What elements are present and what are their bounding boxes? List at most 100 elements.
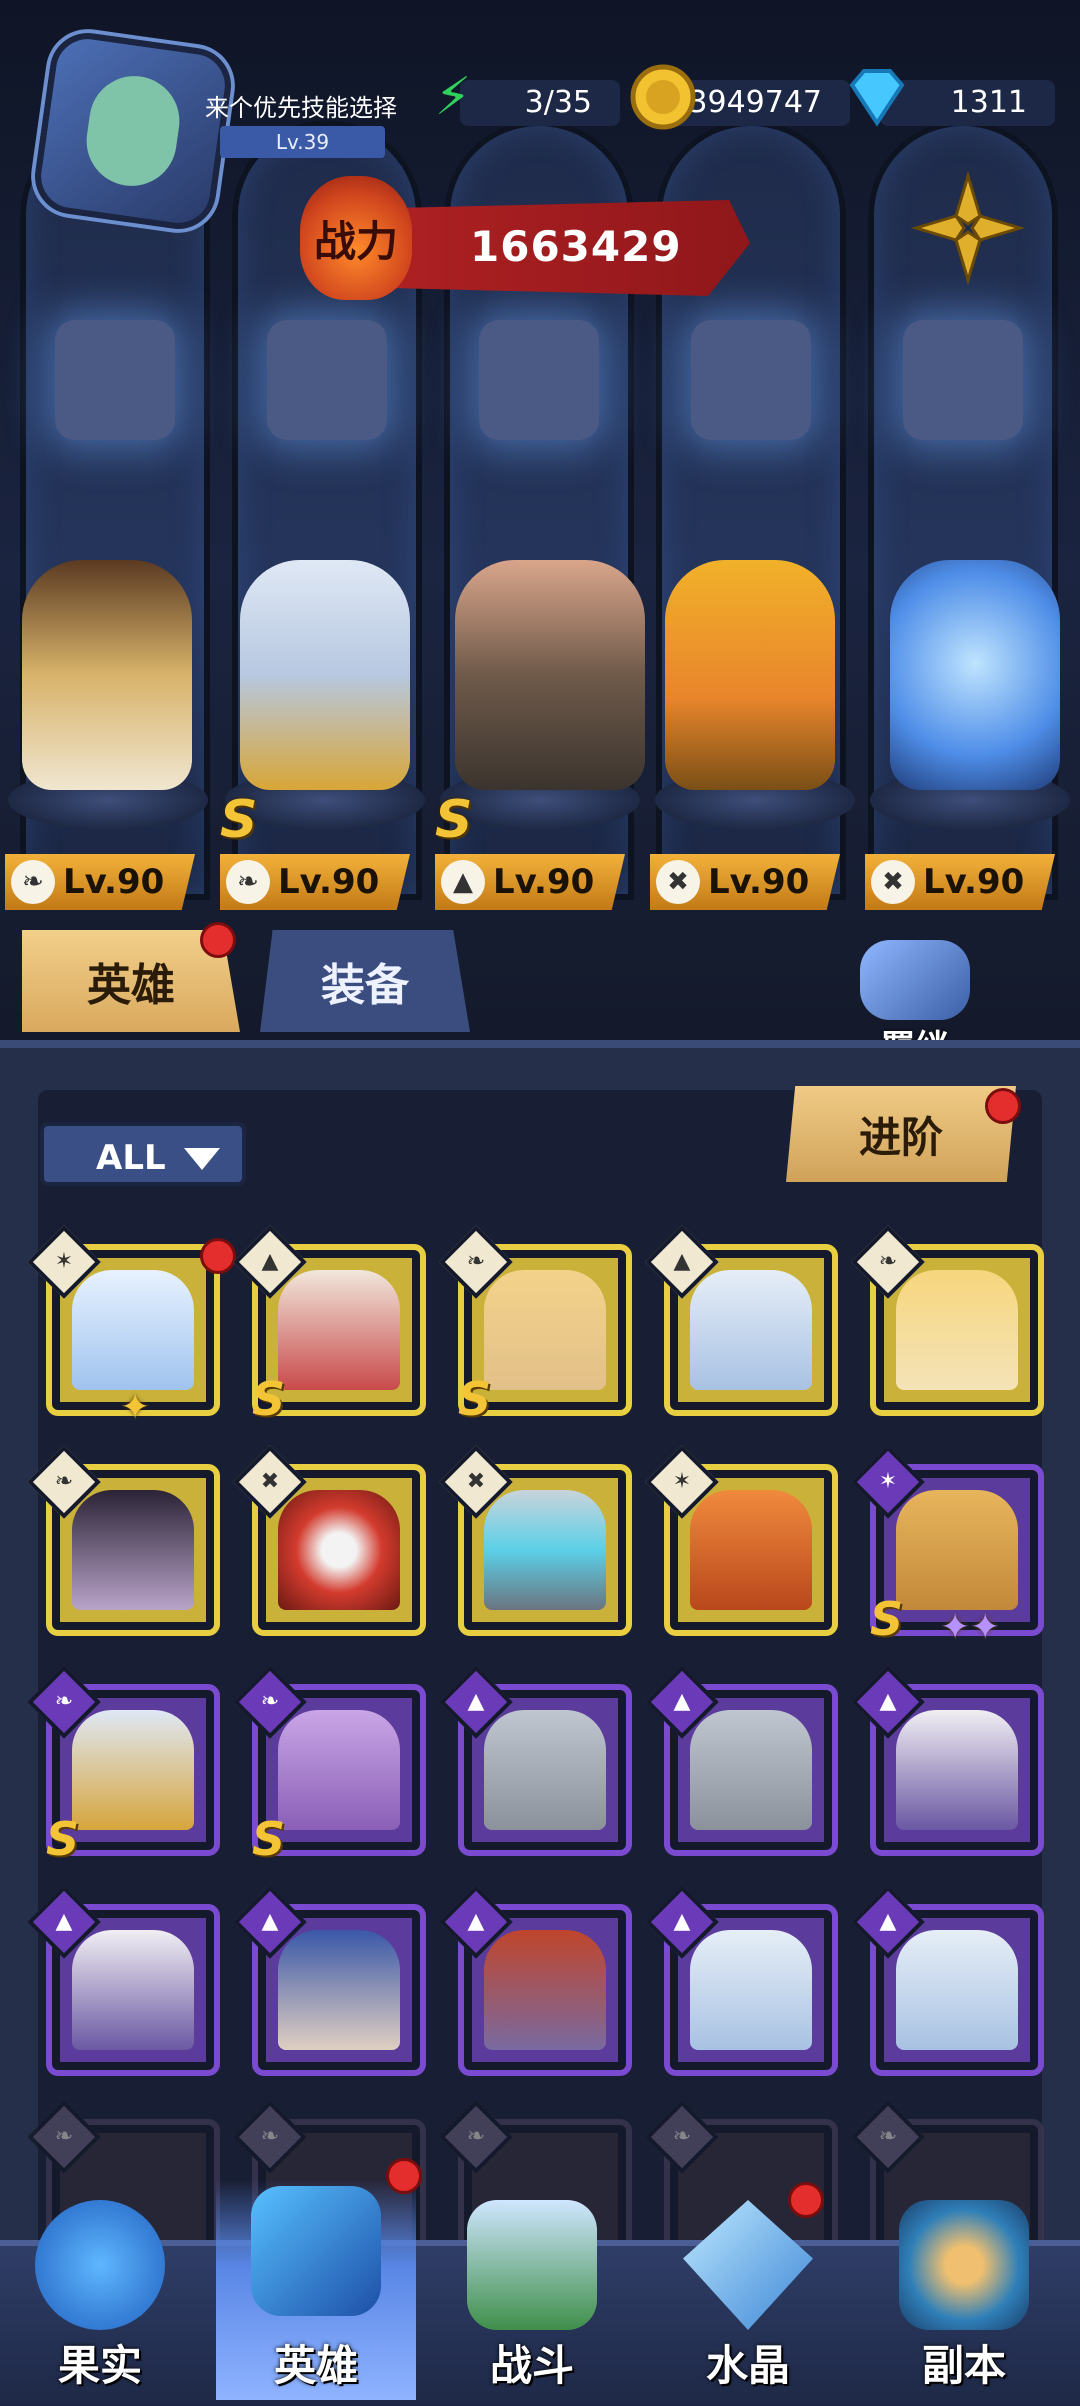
hero-card[interactable]: ▲ [233, 1885, 426, 2076]
wrench-glyph-icon [691, 320, 811, 440]
hero-card[interactable]: ✶ S ✦✦ [851, 1445, 1044, 1648]
team-hero-level: ✖ Lv.90 [865, 854, 1055, 910]
hero-card[interactable]: ❧ [27, 1445, 220, 1636]
bond-icon [860, 940, 970, 1020]
hero-card[interactable]: ✶ ✦ [27, 1225, 236, 1428]
nav-label: 战斗 [489, 2341, 574, 2390]
power-value: 1663429 [470, 222, 682, 271]
player-avatar[interactable] [30, 28, 236, 234]
nav-heroes[interactable]: 英雄 [216, 2180, 416, 2400]
nav-dungeon[interactable]: 副本 [864, 2180, 1064, 2400]
hero-portrait [484, 1710, 606, 1830]
hero-card[interactable]: ✶ [645, 1445, 838, 1636]
gold-coin-icon[interactable] [628, 62, 698, 132]
wrench-icon: ✖ [656, 860, 700, 904]
team-hero-goddess[interactable] [22, 560, 192, 790]
wing-icon: ❧ [11, 860, 55, 904]
hero-portrait [72, 1930, 194, 2050]
team-hero-mech[interactable] [665, 560, 835, 790]
wrench-icon: ✖ [871, 860, 915, 904]
advance-button[interactable]: 进阶 [786, 1086, 1016, 1182]
notification-dot [788, 2182, 824, 2218]
hero-card[interactable]: ❧ S [233, 1665, 426, 1866]
hero-portrait [72, 1270, 194, 1390]
hero-portrait [896, 1930, 1018, 2050]
nav-battle[interactable]: 战斗 [432, 2180, 632, 2400]
team-hero-level: ❧ Lv.90 [220, 854, 410, 910]
nav-label: 英雄 [273, 2341, 358, 2390]
s-rank-badge: S [435, 790, 473, 850]
hero-card[interactable]: ▲ [439, 1885, 632, 2076]
hero-card[interactable]: ▲ S [233, 1225, 426, 1426]
hero-card[interactable]: ▲ [645, 1225, 838, 1416]
class-filter-dropdown[interactable]: ALL [40, 1122, 246, 1186]
notification-dot [200, 1238, 236, 1274]
diamond-value: 1311 [950, 85, 1027, 120]
hero-level-text: Lv.90 [923, 862, 1025, 902]
hero-portrait [690, 1930, 812, 2050]
nav-label: 副本 [921, 2341, 1006, 2390]
power-label-emblem: 战力 [300, 176, 412, 300]
hero-card[interactable]: ▲ [645, 1885, 838, 2076]
hero-card[interactable]: ▲ [851, 1885, 1044, 2076]
avatar-portrait [80, 70, 186, 192]
hero-portrait [484, 1270, 606, 1390]
tab-equipment[interactable]: 装备 [260, 930, 470, 1032]
energy-value: 3/35 [524, 85, 592, 120]
hero-card[interactable]: ❧ S [439, 1225, 632, 1426]
team-hero-warrior[interactable] [455, 560, 645, 790]
s-rank-badge: S [220, 790, 258, 850]
s-rank-badge: S [46, 1812, 80, 1866]
s-rank-badge: S [252, 1812, 286, 1866]
player-name: 来个优先技能选择 [205, 94, 397, 122]
hero-portrait [896, 1490, 1018, 1610]
wing-icon: ❧ [226, 860, 270, 904]
s-rank-badge: S [252, 1372, 286, 1426]
player-level: Lv.39 [220, 126, 385, 158]
notification-dot [200, 922, 236, 958]
hero-card[interactable]: ✖ [439, 1445, 632, 1636]
team-hero-paladin[interactable] [240, 560, 410, 790]
hero-card[interactable]: ▲ [645, 1665, 838, 1856]
team-hero-level: ✖ Lv.90 [650, 854, 840, 910]
wrench-glyph-icon [903, 320, 1023, 440]
hero-portrait [690, 1270, 812, 1390]
hero-level-text: Lv.90 [278, 862, 380, 902]
nav-label: 果实 [57, 2341, 142, 2390]
star-icon: ✦ [120, 1387, 151, 1428]
hero-level-text: Lv.90 [493, 862, 595, 902]
team-hero-orb[interactable] [890, 560, 1060, 790]
hero-card[interactable]: ❧ S [27, 1665, 220, 1866]
hero-level-text: Lv.90 [708, 862, 810, 902]
hero-card[interactable]: ▲ [851, 1665, 1044, 1856]
hero-portrait [484, 1930, 606, 2050]
star-icon: ✦✦ [940, 1607, 1001, 1648]
nav-label: 水晶 [705, 2341, 790, 2390]
energy-icon[interactable]: ⚡ [418, 62, 488, 132]
hero-portrait [278, 1490, 400, 1610]
notification-dot [985, 1088, 1021, 1124]
hero-portrait [278, 1270, 400, 1390]
team-hero-level: ❧ Lv.90 [5, 854, 195, 910]
nav-fruit[interactable]: 果实 [0, 2180, 200, 2400]
diamond-icon[interactable] [842, 62, 912, 132]
fruit-icon [35, 2200, 165, 2330]
gold-value: 3949747 [688, 85, 822, 120]
sword-icon [467, 2200, 597, 2330]
wing-glyph-icon [55, 320, 175, 440]
hero-card[interactable]: ❧ [851, 1225, 1044, 1416]
filter-label: ALL [96, 1138, 166, 1178]
hero-portrait [72, 1710, 194, 1830]
hero-card[interactable]: ✖ [233, 1445, 426, 1636]
team-formation-star-icon[interactable] [908, 168, 1028, 288]
mage-hat-icon: ▲ [441, 860, 485, 904]
hero-card[interactable]: ▲ [27, 1885, 220, 2076]
hero-level-text: Lv.90 [63, 862, 165, 902]
mage-hat-glyph-icon [479, 320, 599, 440]
s-rank-badge: S [458, 1372, 492, 1426]
s-rank-badge: S [870, 1592, 904, 1646]
hero-card[interactable]: ▲ [439, 1665, 632, 1856]
hero-portrait [484, 1490, 606, 1610]
hero-portrait [896, 1710, 1018, 1830]
hero-portrait [690, 1490, 812, 1610]
